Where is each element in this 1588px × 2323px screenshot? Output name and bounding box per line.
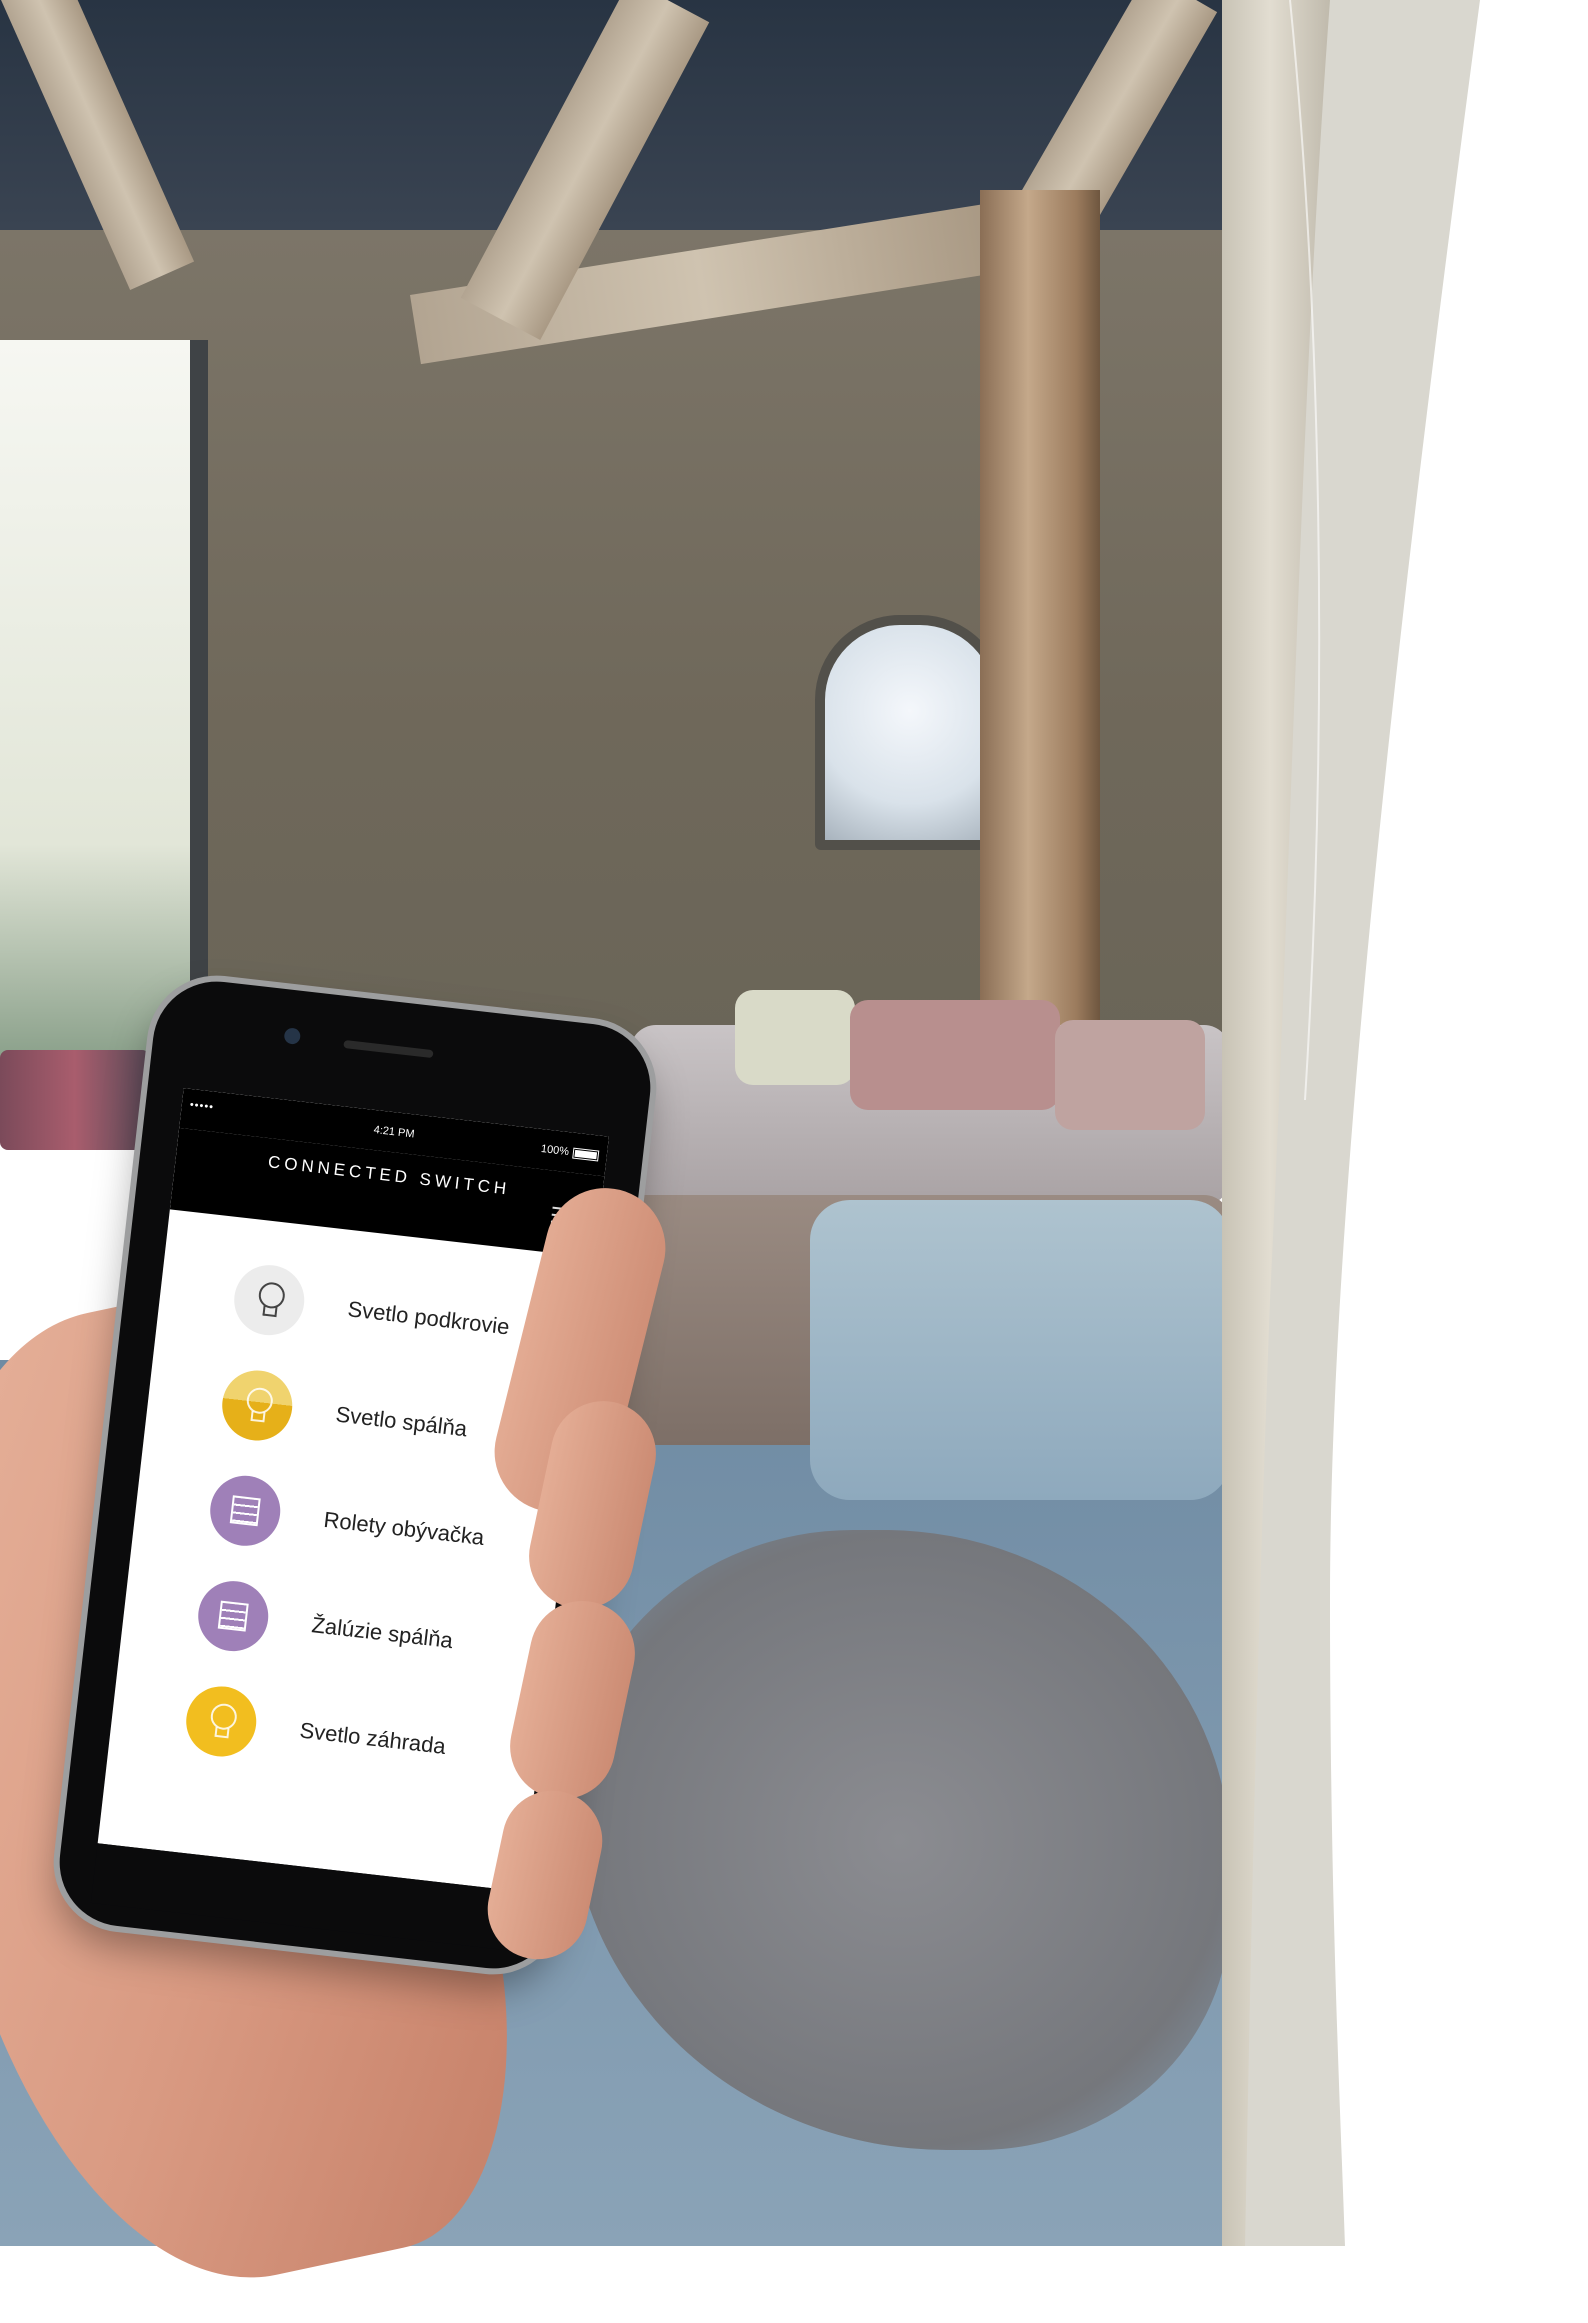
device-label: Svetlo podkrovie: [346, 1296, 511, 1340]
lightbulb-icon: [241, 1386, 273, 1425]
device-icon[interactable]: [206, 1472, 284, 1550]
lightbulb-icon: [205, 1702, 237, 1741]
battery-indicator: 100%: [540, 1142, 600, 1162]
lightbulb-icon: [253, 1281, 285, 1320]
device-icon[interactable]: [230, 1261, 308, 1339]
battery-percent: 100%: [540, 1142, 570, 1159]
blinds-icon: [229, 1495, 261, 1527]
device-icon[interactable]: [182, 1682, 260, 1761]
device-icon[interactable]: [218, 1366, 296, 1445]
device-label: Rolety obývačka: [322, 1506, 486, 1550]
device-label: Svetlo záhrada: [298, 1717, 448, 1759]
device-icon[interactable]: [194, 1577, 272, 1655]
battery-icon: [572, 1147, 600, 1162]
device-label: Svetlo spálňa: [334, 1401, 469, 1442]
device-label: Žalúzie spálňa: [310, 1612, 455, 1654]
blinds-icon: [217, 1600, 249, 1632]
